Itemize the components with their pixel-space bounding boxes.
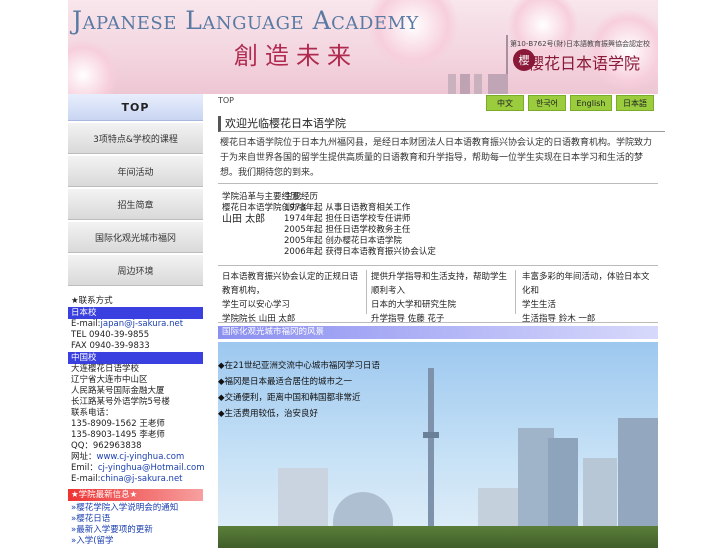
certification-text: 第10-B762号(財)日本語教育振興協会認定校 — [509, 40, 650, 48]
url-prefix: 网址： — [71, 452, 97, 462]
feature-column: 日本语教育振兴协会认定的正规日语教育机构， 学生可以安心学习 学院院长 山田 太… — [222, 270, 362, 326]
contact-title: ★联系方式 — [71, 296, 113, 306]
history-item: 2005年起 担任日语学校教务主任 — [284, 225, 411, 235]
academy-title: Japanese Language Academy — [72, 6, 419, 35]
history-list: 主要经历 1973年起 从事日语教育相关工作 1974年起 担任日语学校专任讲师… — [284, 192, 436, 258]
japan-school-heading: 日本校 — [68, 307, 203, 319]
lang-english-button[interactable]: English — [570, 95, 612, 111]
china-hotmail-link[interactable]: cj-yinghua@Hotmail.com — [98, 463, 205, 473]
history-column-head: 主要经历 — [284, 192, 319, 202]
news-heading: ★学院最新信息★ — [68, 489, 203, 501]
china-address-line: 长江路某号外语学院5号楼 — [71, 397, 170, 407]
feature-text: 日本的大学和研究生院 — [371, 300, 457, 310]
japan-tel: TEL 0940-39-9855 — [71, 330, 150, 340]
tower-deck-image — [423, 432, 439, 438]
email-prefix: E-mail: — [71, 474, 101, 484]
breadcrumb[interactable]: TOP — [218, 96, 234, 105]
emil-prefix: Emil： — [71, 463, 98, 473]
japan-email-link[interactable]: japan@j-sakura.net — [101, 319, 184, 329]
lang-chinese-button[interactable]: 中文 — [486, 95, 524, 111]
history-item: 2006年起 获得日本语教育振兴协会认定 — [284, 247, 436, 257]
feature-text: 提供升学指导和生活支持，帮助学生顺利考入 — [371, 272, 508, 296]
blossom-decoration — [68, 40, 118, 94]
sidebar-item-admission[interactable]: 招生简章 — [68, 189, 203, 220]
feature-signature: 升学指导 佐藤 花子 — [371, 314, 445, 324]
bullet-item: ◆生活费用较低，治安良好 — [218, 409, 319, 419]
slogan: 創造未来 — [234, 42, 358, 70]
china-email-link[interactable]: china@j-sakura.net — [101, 474, 183, 484]
feature-text: 丰富多彩的年间活动，体验日本文化和 — [522, 272, 650, 296]
feature-text: 学生生活 — [522, 300, 557, 310]
sidebar-item-activities[interactable]: 年间活动 — [68, 156, 203, 187]
feature-signature: 生活指导 鈴木 一郎 — [522, 314, 596, 324]
china-site-link[interactable]: www.cj-yinghua.com — [97, 452, 185, 462]
lang-japanese-button[interactable]: 日本語 — [616, 95, 654, 111]
china-address-line: 大连樱花日语学校 — [71, 364, 140, 374]
china-phone-line: 135-8909-1562 王老师 — [71, 419, 203, 430]
japan-email-line: E-mail:japan@j-sakura.net — [71, 319, 203, 330]
phone-contact-name: 王老师 — [139, 419, 165, 429]
tower-image — [428, 368, 434, 548]
news-link[interactable]: »最新入学要项的更新 — [71, 525, 153, 535]
history-item: 2005年起 创办樱花日本语学院 — [284, 236, 402, 246]
fukuoka-bullets: ◆在21世纪亚洲交流中心城市福冈学习日语 ◆福冈是日本最适合居住的城市之一 ◆交… — [218, 358, 380, 422]
city-skyline-illustration — [448, 74, 508, 94]
lang-korean-button[interactable]: 한국어 — [528, 95, 566, 111]
phone-number: 135-8903-1495 — [71, 430, 137, 440]
japan-fax: FAX 0940-39-9833 — [71, 341, 150, 351]
language-switcher: 中文 한국어 English 日本語 — [486, 94, 658, 111]
news-link[interactable]: »樱花学院入学说明会的通知 — [71, 503, 178, 513]
sidebar-item-features[interactable]: 3项特点&学校的课程 — [68, 123, 203, 154]
email-prefix: E-mail: — [71, 319, 101, 329]
china-url-line: 网址：www.cj-yinghua.com — [71, 452, 203, 463]
phone-number: 135-8909-1562 — [71, 419, 137, 429]
bullet-item: ◆交通便利，距离中国和韩国都非常近 — [218, 393, 361, 403]
photo-section-heading: 国际化观光城市福冈的风景 — [218, 326, 658, 339]
news-link[interactable]: »樱花日语 — [71, 514, 110, 524]
sidebar: TOP 3项特点&学校的课程 年间活动 招生简章 国际化观光城市福冈 周边环境 … — [68, 94, 205, 547]
china-email-line: E-mail:china@j-sakura.net — [71, 474, 203, 485]
phone-contact-name: 李老师 — [139, 430, 165, 440]
qq-number: QQ：962963838 — [71, 441, 142, 451]
china-school-heading: 中国校 — [68, 352, 203, 364]
china-emil-line: Emil：cj-yinghua@Hotmail.com — [71, 463, 205, 474]
divider — [366, 270, 367, 314]
contact-info: ★联系方式 日本校 E-mail:japan@j-sakura.net TEL … — [68, 296, 205, 547]
feature-columns: 日本语教育振兴协会认定的正规日语教育机构， 学生可以安心学习 学院院长 山田 太… — [218, 265, 658, 326]
page-title: 欢迎光临樱花日本语学院 — [218, 116, 665, 132]
feature-text: 学生可以安心学习 — [222, 300, 291, 310]
divider — [515, 270, 516, 314]
divider — [218, 183, 658, 184]
school-name: 櫻花日本语学院 — [527, 54, 640, 73]
sidebar-top-button[interactable]: TOP — [68, 94, 203, 121]
china-address-line: 辽宁省大连市中山区 — [71, 375, 148, 385]
sidebar-item-fukuoka[interactable]: 国际化观光城市福冈 — [68, 222, 203, 253]
header-banner: Japanese Language Academy 創造未来 第10-B762号… — [68, 0, 658, 94]
bullet-item: ◆福冈是日本最适合居住的城市之一 — [218, 377, 353, 387]
china-address-line: 人民路某号国际金融大厦 — [71, 386, 165, 396]
feature-text: 日本语教育振兴协会认定的正规日语教育机构， — [222, 272, 359, 296]
feature-column: 提供升学指导和生活支持，帮助学生顺利考入 日本的大学和研究生院 升学指导 佐藤 … — [371, 270, 511, 326]
bullet-item: ◆在21世纪亚洲交流中心城市福冈学习日语 — [218, 361, 380, 371]
feature-column: 丰富多彩的年间活动，体验日本文化和 学生生活 生活指导 鈴木 一郎 — [522, 270, 656, 326]
fukuoka-city-photo: ◆在21世纪亚洲交流中心城市福冈学习日语 ◆福冈是日本最适合居住的城市之一 ◆交… — [218, 342, 658, 548]
feature-signature: 学院院长 山田 太郎 — [222, 314, 296, 324]
china-phone-line: 135-8903-1495 李老师 — [71, 430, 203, 441]
history-item: 1973年起 从事日语教育相关工作 — [284, 203, 411, 213]
history-item: 1974年起 担任日语学校专任讲师 — [284, 214, 411, 224]
intro-text: 樱花日本语学院位于日本九州福冈县，是经日本财团法人日本语教育振兴协会认定的日语教… — [220, 138, 653, 178]
sidebar-item-surroundings[interactable]: 周边环境 — [68, 255, 203, 286]
china-address-line: 联系电话： — [71, 408, 114, 418]
